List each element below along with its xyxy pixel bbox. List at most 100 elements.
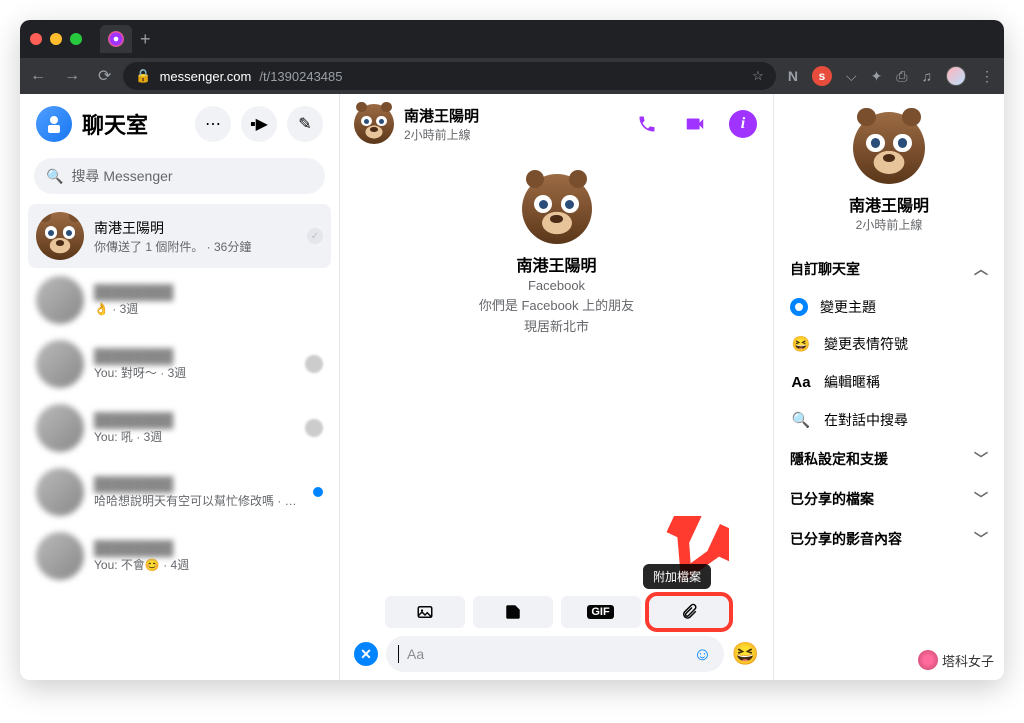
- search-placeholder: 搜尋 Messenger: [71, 166, 172, 186]
- seen-avatar: [305, 419, 323, 437]
- attach-photo-button[interactable]: [385, 596, 465, 628]
- conversation-avatar: [36, 468, 84, 516]
- conversation-item[interactable]: ████████哈哈想說明天有空可以幫忙修改嗎 · 4週: [28, 460, 331, 524]
- browser-tab-bar: +: [20, 20, 1004, 58]
- url-host: messenger.com: [160, 69, 252, 84]
- video-call-button[interactable]: [679, 108, 711, 140]
- ellipsis-icon: ⋯: [205, 114, 221, 134]
- theme-icon: [790, 298, 808, 316]
- watermark: 塔科女子: [918, 650, 994, 670]
- chat-header-avatar[interactable]: [354, 104, 394, 144]
- ext-s-icon[interactable]: s: [812, 66, 832, 86]
- conversation-name: ████████: [94, 284, 323, 300]
- like-button[interactable]: 😆: [732, 641, 759, 667]
- section-media[interactable]: 已分享的影音內容 ﹀: [790, 519, 988, 559]
- unread-dot: [313, 487, 323, 497]
- watermark-icon: [918, 650, 938, 670]
- conversation-name: ████████: [94, 476, 303, 492]
- conversation-item[interactable]: ████████You: 對呀～ · 3週: [28, 332, 331, 396]
- compose-button[interactable]: ✎: [287, 106, 323, 142]
- sidebar: 聊天室 ⋯ ▪▶ ✎ 🔍 搜尋 Messenger 南港王陽明你傳送了 1 個附…: [20, 94, 340, 680]
- edit-nickname[interactable]: Aa 編輯暱稱: [790, 363, 988, 401]
- forward-button[interactable]: →: [64, 67, 80, 85]
- chat-profile-line-1: 你們是 Facebook 上的朋友: [479, 295, 634, 314]
- conversation-avatar: [36, 340, 84, 388]
- chat-profile-name: 南港王陽明: [516, 252, 596, 276]
- conversation-item[interactable]: 南港王陽明你傳送了 1 個附件。 · 36分鐘✓: [28, 204, 331, 268]
- close-attachments-button[interactable]: ✕: [354, 642, 378, 666]
- reading-list-icon[interactable]: ♫: [922, 68, 933, 84]
- attach-file-button[interactable]: [649, 596, 729, 628]
- change-theme[interactable]: 變更主題: [790, 289, 988, 325]
- extensions-icon[interactable]: ✦: [871, 68, 883, 85]
- new-tab-button[interactable]: +: [140, 29, 151, 50]
- info-button[interactable]: i: [727, 108, 759, 140]
- browser-tab[interactable]: [100, 25, 132, 53]
- chat-header-status: 2小時前上線: [404, 126, 621, 143]
- attach-tooltip: 附加檔案: [643, 564, 711, 589]
- messenger-favicon: [108, 31, 124, 47]
- conversation-subtitle: 👌 · 3週: [94, 300, 323, 317]
- voice-call-button[interactable]: [631, 108, 663, 140]
- my-avatar[interactable]: [36, 106, 72, 142]
- conversation-name: ████████: [94, 348, 295, 364]
- change-emoji[interactable]: 😆 變更表情符號: [790, 325, 988, 363]
- aa-icon: Aa: [790, 371, 812, 393]
- conversation-subtitle: 哈哈想說明天有空可以幫忙修改嗎 · 4週: [94, 492, 303, 509]
- reload-button[interactable]: ⟳: [98, 66, 111, 86]
- conversation-item[interactable]: ████████You: 不會😊 · 4週: [28, 524, 331, 588]
- chat-panel: 南港王陽明 2小時前上線 i 南港王陽明 Facebook 你們是 Facebo…: [340, 94, 774, 680]
- video-icon: ▪▶: [250, 114, 268, 134]
- maximize-window[interactable]: [70, 33, 82, 45]
- detail-panel: 南港王陽明 2小時前上線 自訂聊天室 ︿ 變更主題 😆 變更表情符號 Aa 編輯…: [774, 94, 1004, 680]
- attach-sticker-button[interactable]: [473, 596, 553, 628]
- sidebar-title: 聊天室: [82, 108, 185, 140]
- section-customize[interactable]: 自訂聊天室 ︿: [790, 249, 988, 289]
- chevron-down-icon: ﹀: [974, 529, 988, 549]
- detail-avatar[interactable]: [853, 112, 925, 184]
- chat-profile-line-0: Facebook: [528, 278, 585, 293]
- conversation-avatar: [36, 404, 84, 452]
- pocket-icon[interactable]: ⌵: [846, 68, 857, 85]
- emoji-picker-button[interactable]: ☺: [693, 644, 711, 665]
- profile-avatar[interactable]: [946, 66, 966, 86]
- chevron-down-icon: ﹀: [974, 489, 988, 509]
- url-path: /t/1390243485: [259, 69, 342, 84]
- bookmark-icon[interactable]: ☆: [752, 68, 764, 84]
- attach-gif-button[interactable]: GIF: [561, 596, 641, 628]
- chevron-down-icon: ﹀: [974, 449, 988, 469]
- chat-header: 南港王陽明 2小時前上線 i: [340, 94, 773, 154]
- emoji-icon: 😆: [790, 333, 812, 355]
- conversation-list: 南港王陽明你傳送了 1 個附件。 · 36分鐘✓████████👌 · 3週██…: [20, 204, 339, 680]
- url-input[interactable]: 🔒 messenger.com/t/1390243485 ☆: [123, 62, 775, 90]
- chat-header-name: 南港王陽明: [404, 105, 621, 126]
- section-files[interactable]: 已分享的檔案 ﹀: [790, 479, 988, 519]
- search-conversation[interactable]: 🔍 在對話中搜尋: [790, 401, 988, 439]
- minimize-window[interactable]: [50, 33, 62, 45]
- section-privacy[interactable]: 隱私設定和支援 ﹀: [790, 439, 988, 479]
- compose-area: 附加檔案 GIF ✕ Aa ☺ 😆: [340, 588, 773, 680]
- message-input[interactable]: Aa ☺: [386, 636, 724, 672]
- conversation-item[interactable]: ████████You: 吼 · 3週: [28, 396, 331, 460]
- search-input[interactable]: 🔍 搜尋 Messenger: [34, 158, 325, 194]
- conversation-item[interactable]: ████████👌 · 3週: [28, 268, 331, 332]
- conversation-subtitle: 你傳送了 1 個附件。 · 36分鐘: [94, 238, 297, 255]
- search-icon: 🔍: [790, 409, 812, 431]
- seen-avatar: [305, 355, 323, 373]
- conversation-name: ████████: [94, 412, 295, 428]
- more-button[interactable]: ⋯: [195, 106, 231, 142]
- conversation-avatar: [36, 532, 84, 580]
- video-room-button[interactable]: ▪▶: [241, 106, 277, 142]
- cast-icon[interactable]: ⎙: [896, 68, 907, 85]
- sent-icon: ✓: [307, 228, 323, 244]
- back-button[interactable]: ←: [30, 67, 46, 85]
- ext-n-icon[interactable]: N: [788, 68, 798, 84]
- detail-name: 南港王陽明: [790, 192, 988, 216]
- conversation-subtitle: You: 對呀～ · 3週: [94, 364, 295, 381]
- compose-icon: ✎: [298, 114, 311, 134]
- menu-icon[interactable]: ⋮: [980, 68, 994, 85]
- detail-status: 2小時前上線: [790, 216, 988, 233]
- lock-icon: 🔒: [135, 68, 151, 84]
- close-window[interactable]: [30, 33, 42, 45]
- conversation-name: ████████: [94, 540, 323, 556]
